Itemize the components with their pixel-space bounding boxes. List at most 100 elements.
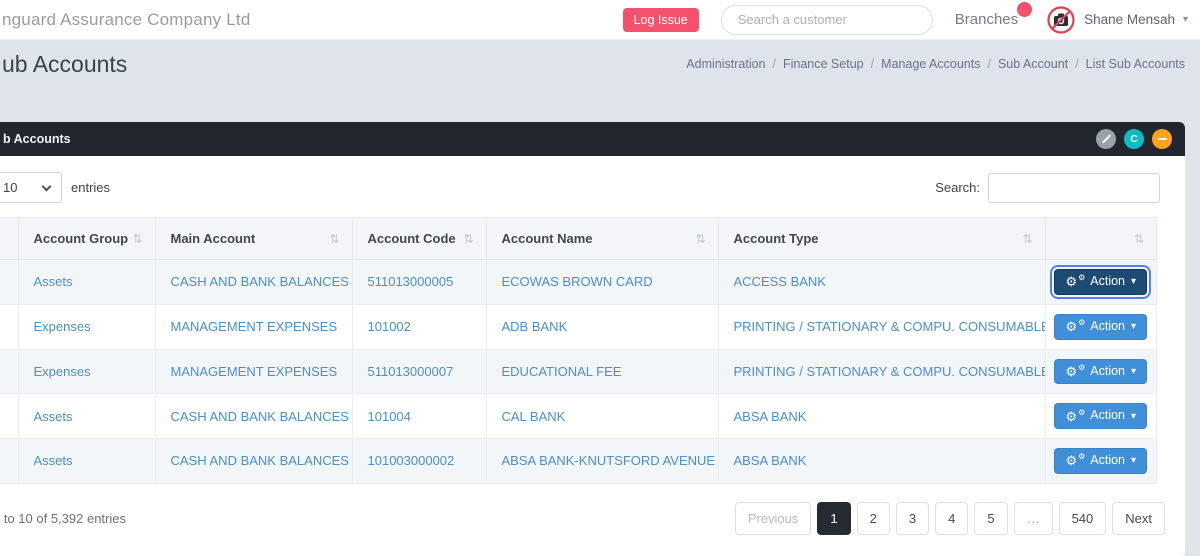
cell-link[interactable]: ABSA BANK-KNUTSFORD AVENUE <box>502 453 716 468</box>
cell-link[interactable]: MANAGEMENT EXPENSES <box>171 364 338 379</box>
account-code-cell: 101004 <box>352 394 486 439</box>
column-header-account-name[interactable]: Account Name⇅ <box>486 218 718 260</box>
account-code-cell: 101002 <box>352 304 486 349</box>
table-row: Expenses MANAGEMENT EXPENSES 51101300000… <box>0 349 1157 394</box>
column-header-stub[interactable]: ⇅ <box>0 218 18 260</box>
cell-link[interactable]: CAL BANK <box>502 409 566 424</box>
broken-avatar-icon <box>1046 5 1076 35</box>
entries-select[interactable]: 10 <box>0 172 62 203</box>
breadcrumb-item[interactable]: Sub Account <box>998 57 1068 71</box>
account-type-cell: ABSA BANK <box>718 439 1045 484</box>
breadcrumb-separator: / <box>1075 57 1078 71</box>
sort-icon: ⇅ <box>1134 232 1144 246</box>
account-group-cell: Assets <box>18 394 155 439</box>
cell-link[interactable]: 511013000007 <box>368 364 454 379</box>
action-cell: ⚙⚙ Action ▾ <box>1045 439 1157 484</box>
refresh-panel-button[interactable]: C <box>1124 129 1144 149</box>
main-account-cell: CASH AND BANK BALANCES <box>155 260 352 305</box>
cell-link[interactable]: ADB BANK <box>502 319 568 334</box>
action-cell: ⚙⚙ Action ▾ <box>1045 394 1157 439</box>
cell-link[interactable]: PRINTING / STATIONARY & COMPU. CONSUMABL… <box>734 364 1046 379</box>
cell-link[interactable]: ABSA BANK <box>734 409 807 424</box>
cell-link[interactable]: 101002 <box>368 319 411 334</box>
cell-link[interactable]: ABSA BANK <box>734 453 807 468</box>
action-dropdown-button[interactable]: ⚙⚙ Action ▾ <box>1054 403 1147 429</box>
action-label: Action <box>1090 454 1125 468</box>
cell-link[interactable]: EDUCATIONAL FEE <box>502 364 622 379</box>
cell-link[interactable]: CASH AND BANK BALANCES <box>171 274 349 289</box>
panel-title: b Accounts <box>3 132 71 146</box>
cell-link[interactable]: Expenses <box>34 319 91 334</box>
account-name-cell: ECOWAS BROWN CARD <box>486 260 718 305</box>
cogs-icon: ⚙ <box>1065 320 1077 333</box>
pagination-ellipsis: … <box>1014 502 1053 535</box>
pagination-next[interactable]: Next <box>1112 502 1165 535</box>
cell-link[interactable]: CASH AND BANK BALANCES <box>171 409 349 424</box>
cell-link[interactable]: 101003000002 <box>368 453 455 468</box>
column-label: Account Code <box>368 231 456 246</box>
chevron-down-icon: ▾ <box>1131 455 1136 466</box>
account-code-cell: 101003000002 <box>352 439 486 484</box>
breadcrumb-item[interactable]: Finance Setup <box>783 57 864 71</box>
pagination-page-2[interactable]: 2 <box>857 502 890 535</box>
table-footer: 1 to 10 of 5,392 entries Previous 1 2 3 … <box>0 484 1185 556</box>
table-header-row: ⇅ Account Group⇅ Main Account⇅ Account C… <box>0 218 1157 260</box>
pagination-page-4[interactable]: 4 <box>935 502 968 535</box>
cell-link[interactable]: Expenses <box>34 364 91 379</box>
collapse-panel-button[interactable] <box>1152 129 1172 149</box>
cogs-icon: ⚙ <box>1065 454 1077 467</box>
cell-link[interactable]: ECOWAS BROWN CARD <box>502 274 653 289</box>
cogs-icon: ⚙ <box>1065 275 1077 288</box>
pagination-previous[interactable]: Previous <box>735 502 812 535</box>
pagination-page-3[interactable]: 3 <box>896 502 929 535</box>
page-title: ub Accounts <box>2 51 127 78</box>
log-issue-button[interactable]: Log Issue <box>623 8 699 32</box>
column-header-account-code[interactable]: Account Code ⇅ <box>352 218 486 260</box>
panel-tools: C <box>1096 129 1172 149</box>
refresh-icon: C <box>1130 133 1138 145</box>
cell-link[interactable]: Assets <box>34 453 73 468</box>
pagination-page-5[interactable]: 5 <box>974 502 1007 535</box>
account-type-cell: ABSA BANK <box>718 394 1045 439</box>
table-search-control: Search: <box>935 173 1160 203</box>
cell-link[interactable]: ACCESS BANK <box>734 274 826 289</box>
sort-icon: ⇅ <box>463 232 473 246</box>
branches-menu[interactable]: Branches <box>955 11 1024 28</box>
column-header-account-group[interactable]: Account Group⇅ <box>18 218 155 260</box>
cell-link[interactable]: Assets <box>34 409 73 424</box>
stub-cell <box>0 349 18 394</box>
column-header-main-account[interactable]: Main Account⇅ <box>155 218 352 260</box>
user-menu[interactable]: Shane Mensah ▾ <box>1046 5 1188 35</box>
pagination: Previous 1 2 3 4 5 … 540 Next <box>735 502 1165 535</box>
breadcrumb-item[interactable]: Manage Accounts <box>881 57 980 71</box>
breadcrumb-item[interactable]: Administration <box>686 57 765 71</box>
cell-link[interactable]: 511013000005 <box>368 274 454 289</box>
action-dropdown-button[interactable]: ⚙⚙ Action ▾ <box>1054 314 1147 340</box>
account-code-cell: 511013000007 <box>352 349 486 394</box>
stub-cell <box>0 304 18 349</box>
search-label: Search: <box>935 180 980 195</box>
pagination-page-1[interactable]: 1 <box>817 502 850 535</box>
breadcrumb-item[interactable]: List Sub Accounts <box>1086 57 1185 71</box>
account-group-cell: Assets <box>18 260 155 305</box>
main-account-cell: MANAGEMENT EXPENSES <box>155 304 352 349</box>
action-dropdown-button[interactable]: ⚙⚙ Action ▾ <box>1054 359 1147 385</box>
action-cell: ⚙⚙ Action ▾ <box>1045 349 1157 394</box>
cell-link[interactable]: Assets <box>34 274 73 289</box>
action-dropdown-button[interactable]: ⚙⚙ Action ▾ <box>1054 448 1147 474</box>
cell-link[interactable]: MANAGEMENT EXPENSES <box>171 319 338 334</box>
edit-panel-button[interactable] <box>1096 129 1116 149</box>
table-search-input[interactable] <box>988 173 1160 203</box>
cell-link[interactable]: PRINTING / STATIONARY & COMPU. CONSUMABL… <box>734 319 1046 334</box>
cell-link[interactable]: 101004 <box>368 409 411 424</box>
action-dropdown-button[interactable]: ⚙⚙ Action ▾ <box>1054 269 1147 295</box>
cogs-icon: ⚙ <box>1078 409 1085 417</box>
panel-header: b Accounts C <box>0 122 1185 156</box>
cell-link[interactable]: CASH AND BANK BALANCES <box>171 453 349 468</box>
customer-search-input[interactable] <box>721 5 933 35</box>
navbar-right: Log Issue Branches Shane Mensah ▾ <box>623 5 1188 35</box>
pagination-page-540[interactable]: 540 <box>1059 502 1107 535</box>
table-container: ⇅ Account Group⇅ Main Account⇅ Account C… <box>0 217 1185 484</box>
column-header-account-type[interactable]: Account Type⇅ <box>718 218 1045 260</box>
column-header-actions[interactable]: ⇅ <box>1045 218 1157 260</box>
